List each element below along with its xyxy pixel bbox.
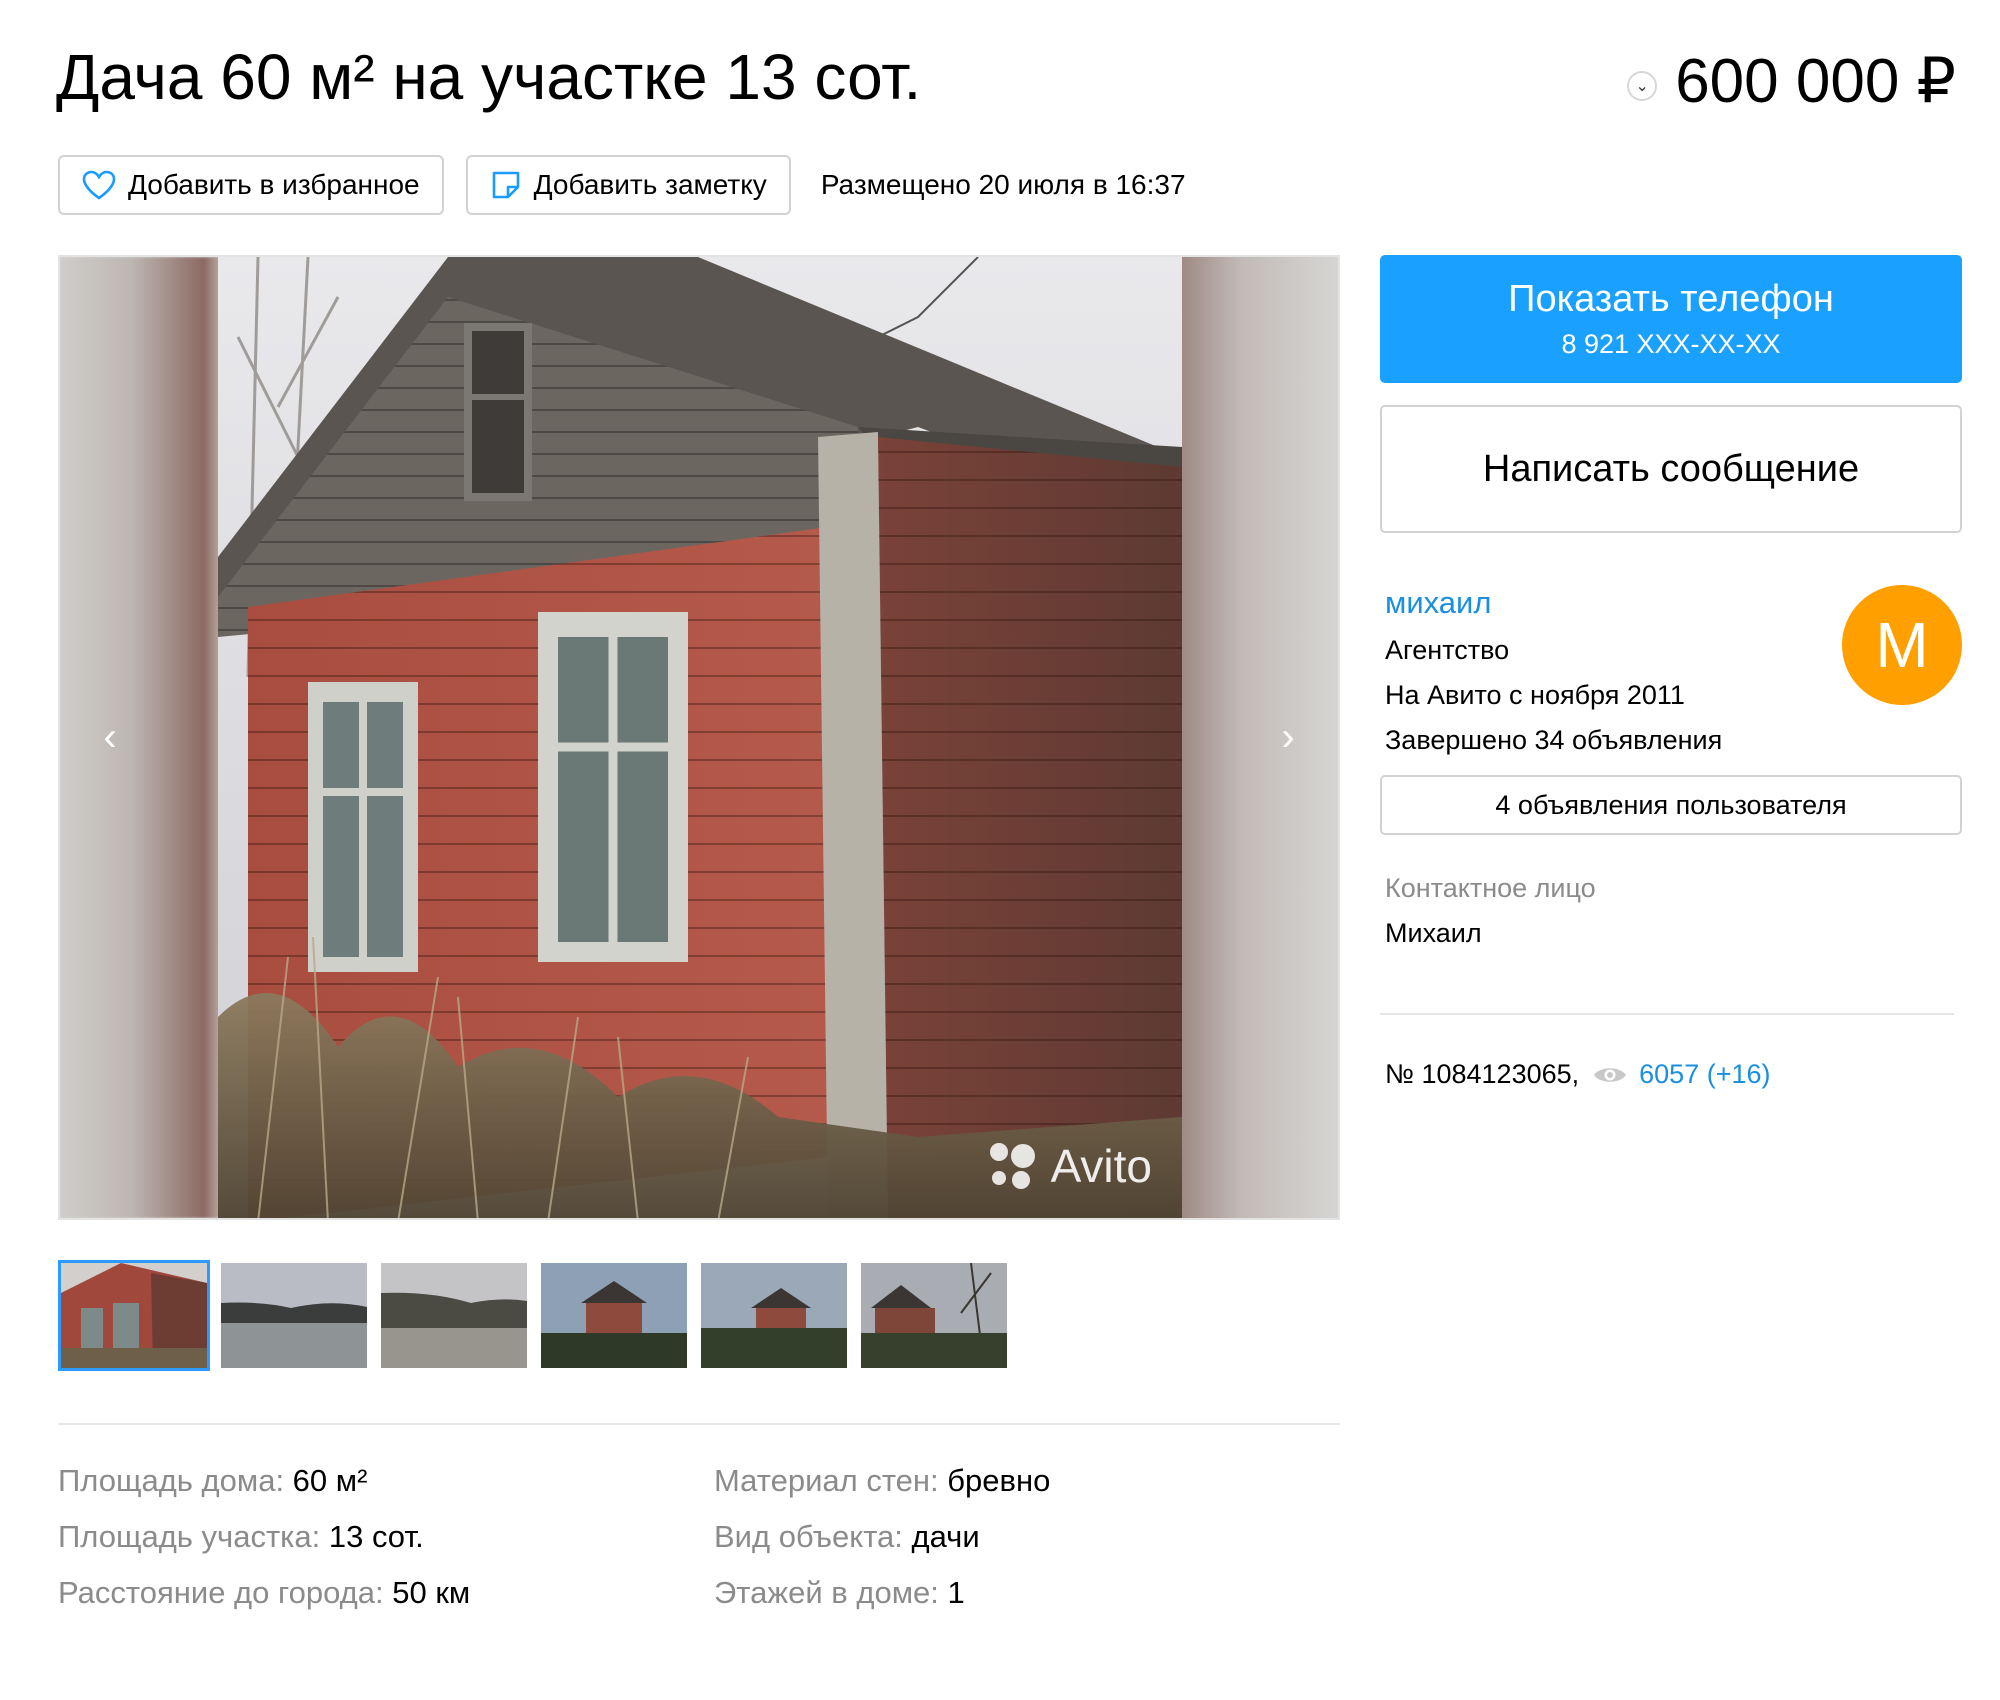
- seller-sidebar: Показать телефон 8 921 XXX-XX-XX Написат…: [1380, 255, 1962, 1090]
- heart-icon: [82, 170, 116, 200]
- param-value: 13 сот.: [328, 1519, 424, 1554]
- avito-logo-icon: [989, 1143, 1035, 1189]
- write-message-button[interactable]: Написать сообщение: [1380, 405, 1962, 533]
- param-object-type: Вид объекта: дачи: [714, 1519, 1340, 1555]
- param-value: бревно: [947, 1463, 1051, 1498]
- seller-card: михаил Агентство На Авито с ноября 2011 …: [1380, 585, 1962, 755]
- avito-watermark: Avito: [985, 1138, 1152, 1194]
- contact-name: Михаил: [1385, 918, 1482, 948]
- add-to-favorites-button[interactable]: Добавить в избранное: [58, 155, 444, 215]
- eye-icon: [1594, 1067, 1627, 1082]
- listing-title: Дача 60 м² на участке 13 сот.: [56, 41, 922, 113]
- sidebar-divider: [1380, 1013, 1954, 1015]
- param-key: Площадь участка:: [58, 1519, 329, 1554]
- seller-name-link[interactable]: михаил: [1385, 585, 1491, 621]
- param-city-distance: Расстояние до города: 50 км: [58, 1575, 714, 1611]
- param-house-area: Площадь дома: 60 м²: [58, 1463, 714, 1499]
- param-value: дачи: [911, 1519, 980, 1554]
- param-key: Площадь дома:: [58, 1463, 293, 1498]
- param-key: Вид объекта:: [714, 1519, 912, 1554]
- params-divider: [58, 1423, 1340, 1425]
- param-wall-material: Материал стен: бревно: [714, 1463, 1340, 1499]
- thumbnail-6[interactable]: [858, 1260, 1010, 1371]
- seller-completed: Завершено 34 объявления: [1385, 725, 1723, 755]
- listing-price: 600 000 ₽: [1675, 47, 1956, 116]
- show-phone-label: Показать телефон: [1508, 278, 1834, 320]
- gallery-prev-button[interactable]: ‹: [80, 698, 140, 778]
- param-key: Материал стен:: [714, 1463, 948, 1498]
- thumbnail-5[interactable]: [698, 1260, 850, 1371]
- param-key: Этажей в доме:: [714, 1575, 948, 1610]
- listing-params: Площадь дома: 60 м² Материал стен: бревн…: [58, 1463, 1340, 1611]
- thumbnail-1[interactable]: [58, 1260, 210, 1371]
- param-floors: Этажей в доме: 1: [714, 1575, 1340, 1611]
- user-ads-button[interactable]: 4 объявления пользователя: [1380, 775, 1962, 835]
- thumbnail-4[interactable]: [538, 1260, 690, 1371]
- photo-gallery: Avito ‹ ›: [58, 255, 1340, 1220]
- avito-watermark-text: Avito: [1050, 1140, 1152, 1192]
- thumbnail-3[interactable]: [378, 1260, 530, 1371]
- listing-actions: Добавить в избранное Добавить заметку Ра…: [58, 155, 1186, 215]
- chevron-left-icon: ‹: [103, 715, 117, 759]
- price-block: ⌄ 600 000 ₽: [1627, 44, 1956, 117]
- main-photo[interactable]: Avito: [218, 257, 1182, 1218]
- listing-number: № 1084123065,: [1385, 1059, 1580, 1089]
- show-phone-button[interactable]: Показать телефон 8 921 XXX-XX-XX: [1380, 255, 1962, 383]
- param-value: 1: [947, 1575, 965, 1610]
- avatar[interactable]: M: [1842, 585, 1962, 705]
- listing-meta: № 1084123065, 6057 (+16): [1380, 1059, 1962, 1090]
- posted-date: Размещено 20 июля в 16:37: [820, 169, 1186, 200]
- param-key: Расстояние до города:: [58, 1575, 393, 1610]
- views-count[interactable]: 6057 (+16): [1639, 1059, 1770, 1090]
- param-value: 50 км: [392, 1575, 471, 1610]
- add-note-button[interactable]: Добавить заметку: [465, 155, 791, 215]
- thumbnail-2[interactable]: [218, 1260, 370, 1371]
- add-note-label: Добавить заметку: [533, 169, 767, 200]
- gallery-next-button[interactable]: ›: [1258, 698, 1318, 778]
- phone-masked: 8 921 XXX-XX-XX: [1561, 329, 1781, 359]
- chevron-right-icon: ›: [1281, 715, 1295, 759]
- thumbnail-strip: [58, 1260, 1010, 1371]
- param-value: 60 м²: [292, 1463, 368, 1498]
- contact-label: Контактное лицо: [1385, 873, 1596, 903]
- chevron-down-icon[interactable]: ⌄: [1627, 70, 1658, 101]
- param-plot-area: Площадь участка: 13 сот.: [58, 1519, 714, 1555]
- add-to-favorites-label: Добавить в избранное: [128, 169, 420, 200]
- note-icon: [492, 171, 519, 199]
